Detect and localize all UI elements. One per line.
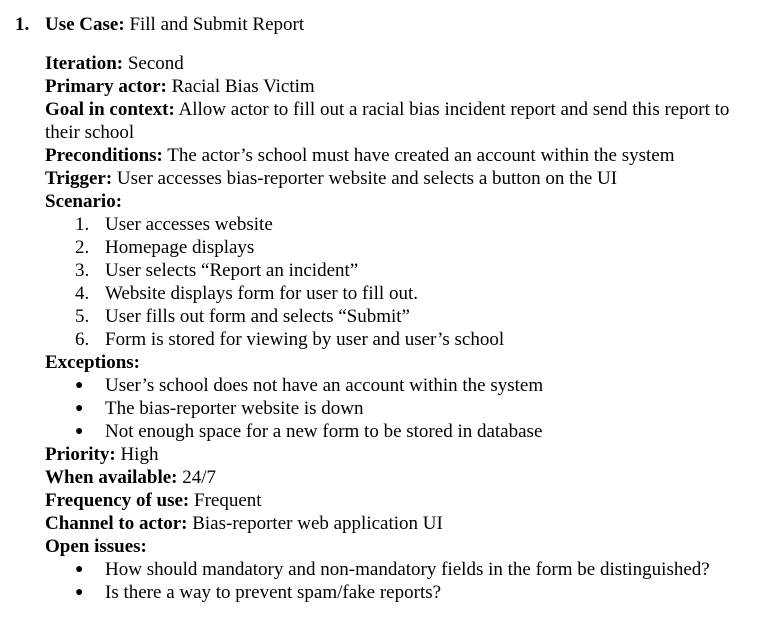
- open-issue-item: ● How should mandatory and non-mandatory …: [45, 558, 760, 581]
- step-text: Homepage displays: [105, 237, 255, 258]
- iteration-label: Iteration:: [45, 53, 124, 74]
- frequency-label: Frequency of use:: [45, 490, 190, 511]
- open-issue-text: Is there a way to prevent spam/fake repo…: [105, 582, 442, 603]
- bullet-icon: ●: [75, 424, 84, 439]
- open-issues-label: Open issues:: [45, 536, 147, 557]
- scenario-label: Scenario:: [45, 191, 123, 212]
- step-text: User fills out form and selects “Submit”: [105, 306, 410, 327]
- frequency-row: Frequency of use: Frequent: [45, 489, 760, 512]
- goal-row: Goal in context: Allow actor to fill out…: [45, 98, 760, 144]
- trigger-row: Trigger: User accesses bias-reporter web…: [45, 167, 760, 190]
- when-available-label: When available:: [45, 467, 178, 488]
- scenario-step: 5. User fills out form and selects “Submi…: [45, 305, 760, 328]
- channel-label: Channel to actor:: [45, 513, 188, 534]
- trigger-label: Trigger:: [45, 168, 113, 189]
- heading-label: Use Case:: [45, 14, 125, 35]
- preconditions-value: The actor’s school must have created an …: [167, 145, 675, 166]
- priority-value: High: [120, 444, 159, 465]
- use-case-document: 1. Use Case: Fill and Submit Report Itera…: [0, 0, 775, 621]
- primary-actor-value: Racial Bias Victim: [171, 76, 315, 97]
- scenario-step: 2. Homepage displays: [45, 236, 760, 259]
- channel-value: Bias-reporter web application UI: [192, 513, 443, 534]
- step-text: Form is stored for viewing by user and u…: [105, 329, 505, 350]
- primary-actor-label: Primary actor:: [45, 76, 167, 97]
- scenario-row: Scenario:: [45, 190, 760, 213]
- step-text: User accesses website: [105, 214, 273, 235]
- open-issue-item: ● Is there a way to prevent spam/fake rep…: [45, 581, 760, 604]
- when-available-value: 24/7: [182, 467, 217, 488]
- exception-item: ● User’s school does not have an account …: [45, 374, 760, 397]
- step-number: 1.: [75, 214, 90, 235]
- step-number: 6.: [75, 329, 90, 350]
- open-issues-list: ● How should mandatory and non-mandatory …: [45, 558, 760, 604]
- bullet-icon: ●: [75, 401, 84, 416]
- exceptions-row: Exceptions:: [45, 351, 760, 374]
- step-number: 4.: [75, 283, 90, 304]
- open-issues-row: Open issues:: [45, 535, 760, 558]
- scenario-step: 3. User selects “Report an incident”: [45, 259, 760, 282]
- step-number: 3.: [75, 260, 90, 281]
- step-text: Website displays form for user to fill o…: [105, 283, 418, 304]
- exception-item: ● The bias-reporter website is down: [45, 397, 760, 420]
- preconditions-row: Preconditions: The actor’s school must h…: [45, 144, 760, 167]
- priority-label: Priority:: [45, 444, 116, 465]
- exceptions-label: Exceptions:: [45, 352, 140, 373]
- goal-label: Goal in context:: [45, 99, 175, 120]
- scenario-step: 1. User accesses website: [45, 213, 760, 236]
- priority-row: Priority: High: [45, 443, 760, 466]
- trigger-value: User accesses bias-reporter website and …: [116, 168, 618, 189]
- heading-number: 1.: [15, 14, 30, 35]
- channel-row: Channel to actor: Bias-reporter web appl…: [45, 512, 760, 535]
- when-available-row: When available: 24/7: [45, 466, 760, 489]
- bullet-icon: ●: [75, 378, 84, 393]
- exception-item: ● Not enough space for a new form to be s…: [45, 420, 760, 443]
- step-text: User selects “Report an incident”: [105, 260, 359, 281]
- scenario-step: 4. Website displays form for user to fill…: [45, 282, 760, 305]
- exception-text: The bias-reporter website is down: [105, 398, 364, 419]
- primary-actor-row: Primary actor: Racial Bias Victim: [45, 75, 760, 98]
- step-number: 2.: [75, 237, 90, 258]
- scenario-step: 6. Form is stored for viewing by user and…: [45, 328, 760, 351]
- bullet-icon: ●: [75, 562, 84, 577]
- iteration-row: Iteration: Second: [45, 52, 760, 75]
- step-number: 5.: [75, 306, 90, 327]
- use-case-body: Iteration: Second Primary actor: Racial …: [45, 52, 760, 604]
- frequency-value: Frequent: [194, 490, 262, 511]
- scenario-steps: 1. User accesses website 2. Homepage displ…: [45, 213, 760, 351]
- exception-text: User’s school does not have an account w…: [105, 375, 544, 396]
- exceptions-list: ● User’s school does not have an account …: [45, 374, 760, 443]
- open-issue-text: How should mandatory and non-mandatory f…: [105, 559, 710, 580]
- preconditions-label: Preconditions:: [45, 145, 163, 166]
- bullet-icon: ●: [75, 585, 84, 600]
- exception-text: Not enough space for a new form to be st…: [105, 421, 543, 442]
- iteration-value: Second: [127, 53, 184, 74]
- use-case-heading: 1. Use Case: Fill and Submit Report: [15, 13, 304, 36]
- heading-value: Fill and Submit Report: [129, 14, 305, 35]
